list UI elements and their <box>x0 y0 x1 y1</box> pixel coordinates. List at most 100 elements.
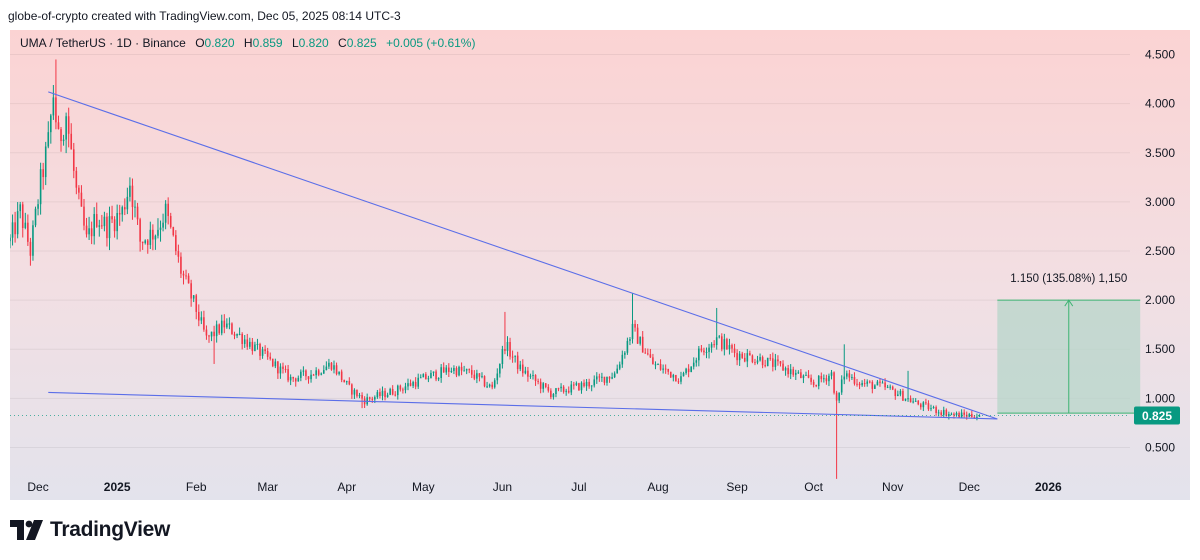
candle[interactable] <box>70 133 73 150</box>
candle[interactable] <box>963 412 965 415</box>
candle[interactable] <box>67 116 70 134</box>
candle[interactable] <box>177 251 180 257</box>
candle[interactable] <box>108 216 111 239</box>
candle[interactable] <box>585 381 588 387</box>
candle[interactable] <box>310 374 312 380</box>
candle[interactable] <box>764 365 766 367</box>
candle[interactable] <box>259 343 261 356</box>
candle[interactable] <box>736 352 738 361</box>
candle[interactable] <box>175 235 177 252</box>
candle[interactable] <box>52 97 55 116</box>
candle[interactable] <box>374 397 376 400</box>
candle[interactable] <box>169 216 172 228</box>
candle[interactable] <box>297 377 300 382</box>
candle[interactable] <box>208 335 210 337</box>
candle[interactable] <box>450 370 453 372</box>
candle[interactable] <box>639 336 641 344</box>
candle[interactable] <box>345 381 348 383</box>
candle[interactable] <box>858 383 861 386</box>
candle[interactable] <box>766 357 769 367</box>
candle[interactable] <box>529 375 532 377</box>
candle[interactable] <box>32 225 34 256</box>
candle[interactable] <box>705 351 708 353</box>
candle[interactable] <box>83 206 85 226</box>
candle[interactable] <box>603 376 606 383</box>
candle[interactable] <box>843 376 846 380</box>
candle[interactable] <box>720 336 723 350</box>
candle[interactable] <box>907 398 909 400</box>
candle[interactable] <box>669 371 672 378</box>
candle[interactable] <box>57 122 60 130</box>
candle[interactable] <box>935 407 937 413</box>
candle[interactable] <box>812 381 815 385</box>
candle[interactable] <box>121 207 124 215</box>
candle[interactable] <box>279 366 282 374</box>
candle[interactable] <box>223 320 226 328</box>
candle[interactable] <box>187 275 190 284</box>
candle[interactable] <box>241 333 243 344</box>
candle[interactable] <box>794 372 797 375</box>
candle[interactable] <box>44 146 47 178</box>
candle[interactable] <box>442 367 445 373</box>
candle[interactable] <box>662 368 664 370</box>
candle[interactable] <box>853 377 856 384</box>
candle[interactable] <box>904 398 907 401</box>
candle[interactable] <box>496 373 499 381</box>
candle[interactable] <box>333 365 335 370</box>
candle[interactable] <box>399 385 402 390</box>
candle[interactable] <box>749 353 751 356</box>
candle[interactable] <box>305 370 307 377</box>
candle[interactable] <box>562 386 565 392</box>
candle[interactable] <box>800 372 802 379</box>
candle[interactable] <box>24 222 27 228</box>
candle[interactable] <box>544 383 547 387</box>
candle[interactable] <box>649 354 652 358</box>
candle[interactable] <box>659 364 662 370</box>
candle[interactable] <box>634 323 636 328</box>
candle[interactable] <box>251 341 254 352</box>
candle[interactable] <box>14 222 16 235</box>
candle[interactable] <box>698 348 700 361</box>
candle[interactable] <box>856 383 858 385</box>
candle[interactable] <box>93 214 95 237</box>
candle[interactable] <box>381 390 384 397</box>
candle[interactable] <box>85 225 88 235</box>
candle[interactable] <box>366 397 368 405</box>
candle[interactable] <box>37 204 39 209</box>
candle[interactable] <box>486 386 488 388</box>
candle[interactable] <box>631 323 634 340</box>
candle[interactable] <box>687 368 690 373</box>
candle[interactable] <box>19 204 22 212</box>
candle[interactable] <box>930 408 932 410</box>
candle[interactable] <box>641 336 644 353</box>
candle[interactable] <box>409 383 412 386</box>
candle[interactable] <box>682 373 685 377</box>
candle[interactable] <box>810 377 812 382</box>
candle[interactable] <box>124 207 126 210</box>
candle[interactable] <box>404 386 407 391</box>
candle[interactable] <box>476 373 478 379</box>
candle[interactable] <box>588 381 590 387</box>
candle[interactable] <box>664 368 667 370</box>
candle[interactable] <box>39 169 42 205</box>
candle[interactable] <box>274 361 277 367</box>
candle[interactable] <box>506 342 509 351</box>
candle[interactable] <box>891 386 894 390</box>
candle[interactable] <box>511 356 514 358</box>
candle[interactable] <box>937 412 940 414</box>
candle[interactable] <box>616 368 618 374</box>
candle[interactable] <box>116 213 118 232</box>
candle[interactable] <box>690 366 692 373</box>
candle[interactable] <box>261 349 264 356</box>
candle[interactable] <box>432 371 435 373</box>
candle[interactable] <box>583 382 585 387</box>
candle[interactable] <box>570 384 573 393</box>
candle[interactable] <box>488 384 491 387</box>
candle[interactable] <box>942 409 945 415</box>
candle[interactable] <box>88 228 90 235</box>
candle[interactable] <box>723 339 726 350</box>
candle[interactable] <box>948 414 950 416</box>
candle[interactable] <box>195 295 198 312</box>
candle[interactable] <box>453 368 455 371</box>
candle[interactable] <box>624 352 626 355</box>
